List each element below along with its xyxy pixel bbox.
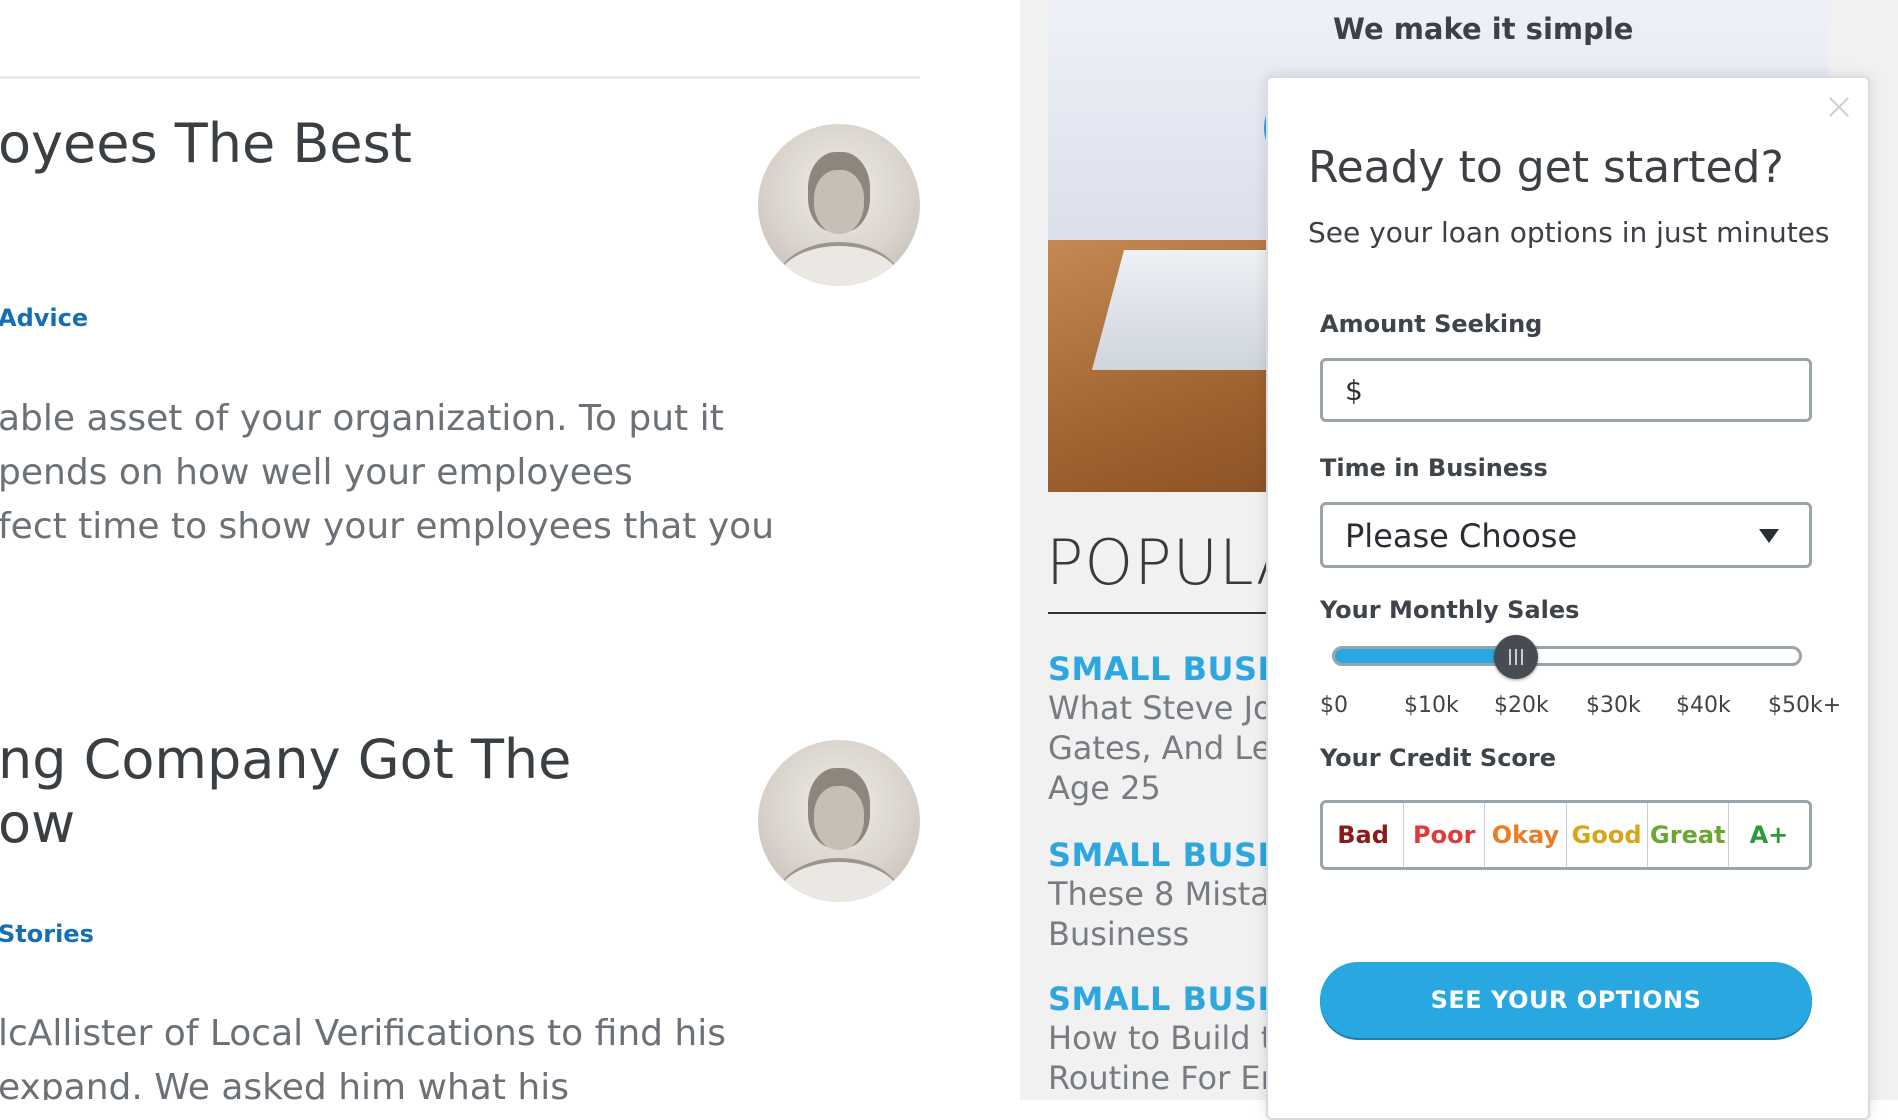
modal-title: Ready to get started? (1308, 142, 1784, 193)
author-avatar (758, 124, 920, 286)
article-category[interactable]: Stories (0, 920, 94, 948)
see-your-options-button[interactable]: SEE YOUR OPTIONS (1320, 962, 1812, 1038)
chevron-down-icon (1759, 529, 1779, 543)
credit-score-label: Your Credit Score (1320, 744, 1557, 772)
slider-handle[interactable] (1494, 635, 1538, 679)
credit-option-okay[interactable]: Okay (1485, 803, 1567, 867)
article-title[interactable]: ng Company Got The ow (0, 728, 571, 855)
popular-item[interactable]: SMALL BUSIN These 8 Mistak Business (1048, 836, 1297, 954)
popular-item-category[interactable]: SMALL BUSIN (1048, 650, 1297, 688)
article-excerpt: able asset of your organization. To put … (0, 398, 775, 547)
credit-option-a-plus[interactable]: A+ (1729, 803, 1809, 867)
select-value: Please Choose (1345, 517, 1578, 555)
credit-option-bad[interactable]: Bad (1323, 803, 1405, 867)
slider-tick: $10k (1404, 693, 1459, 718)
article-list: oyees The Best Advice able asset of your… (0, 0, 1020, 1100)
hero-title: We make it simple (1333, 12, 1634, 46)
top-divider (0, 76, 920, 79)
article-category[interactable]: Advice (0, 304, 88, 332)
amount-label: Amount Seeking (1320, 310, 1543, 338)
monthly-sales-label: Your Monthly Sales (1320, 596, 1580, 624)
amount-input[interactable] (1320, 358, 1812, 422)
article-title-line[interactable]: ng Company Got The (0, 728, 571, 792)
slider-tick: $20k (1494, 693, 1549, 718)
article-excerpt: lcAllister of Local Verifications to fin… (0, 1013, 726, 1100)
popular-heading: POPULA (1046, 526, 1300, 599)
modal-subtitle: See your loan options in just minutes (1308, 216, 1830, 249)
monthly-sales-slider[interactable] (1332, 635, 1802, 679)
slider-tick: $0 (1320, 693, 1348, 718)
popular-item-title[interactable]: How to Build th Routine For Ent (1048, 1018, 1297, 1098)
slider-tick: $50k+ (1768, 693, 1842, 718)
popular-item-title[interactable]: These 8 Mistak Business (1048, 874, 1297, 954)
slider-tick: $40k (1676, 693, 1731, 718)
close-icon[interactable] (1826, 94, 1852, 120)
author-avatar (758, 740, 920, 902)
article-title-line[interactable]: oyees The Best (0, 112, 412, 176)
popular-item-title[interactable]: What Steve Job Gates, And Lee Age 25 (1048, 688, 1297, 808)
credit-option-good[interactable]: Good (1567, 803, 1648, 867)
popular-item-category[interactable]: SMALL BUSIN (1048, 980, 1297, 1018)
slider-fill (1335, 649, 1516, 663)
loan-signup-modal: Ready to get started? See your loan opti… (1266, 76, 1870, 1120)
popular-item[interactable]: SMALL BUSIN What Steve Job Gates, And Le… (1048, 650, 1297, 808)
credit-option-great[interactable]: Great (1648, 803, 1729, 867)
credit-option-poor[interactable]: Poor (1404, 803, 1486, 867)
slider-tick: $30k (1586, 693, 1641, 718)
popular-item[interactable]: SMALL BUSIN How to Build th Routine For … (1048, 980, 1297, 1098)
credit-score-selector: Bad Poor Okay Good Great A+ (1320, 800, 1812, 870)
popular-item-category[interactable]: SMALL BUSIN (1048, 836, 1297, 874)
article-title[interactable]: oyees The Best (0, 112, 412, 176)
time-in-business-select[interactable]: Please Choose (1320, 502, 1812, 568)
time-in-business-label: Time in Business (1320, 454, 1548, 482)
grip-icon (1509, 649, 1523, 665)
article-title-line[interactable]: ow (0, 792, 571, 856)
